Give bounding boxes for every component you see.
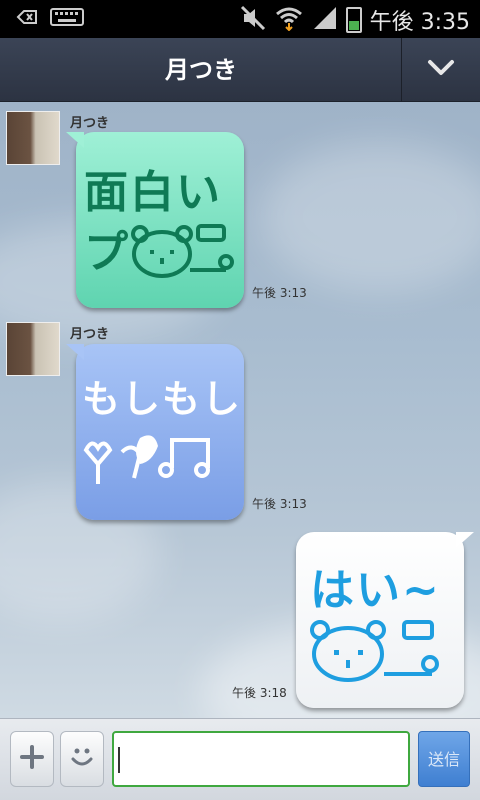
sticker-message-bubble[interactable]: 面白い プ	[66, 132, 244, 308]
sticker-message-bubble[interactable]: もしもし	[66, 344, 244, 520]
bear-sticker-icon	[131, 224, 234, 278]
sticker-message-bubble[interactable]: はい~	[296, 532, 474, 708]
plus-icon	[19, 744, 45, 774]
message-timestamp: 午後 3:18	[232, 686, 287, 700]
sticker-text-2: プ	[84, 227, 130, 278]
heart-balloon-music-icon	[83, 435, 210, 484]
battery-icon	[345, 7, 362, 33]
sticker-text: もしもし	[82, 377, 243, 421]
bubble-tail	[66, 344, 84, 360]
attach-button[interactable]	[10, 731, 54, 787]
keyboard-icon	[50, 8, 84, 30]
send-button[interactable]: 送信	[418, 731, 470, 787]
message-input-bar: 送信	[0, 718, 480, 800]
message-input[interactable]	[112, 731, 410, 787]
emoticon-button[interactable]	[60, 731, 104, 787]
sender-avatar[interactable]	[6, 322, 60, 376]
message-timestamp: 午後 3:13	[252, 286, 307, 300]
signal-icon	[312, 5, 338, 35]
clock: 午後 3:35	[369, 10, 470, 35]
text-cursor	[118, 747, 120, 773]
chevron-down-icon	[427, 59, 455, 81]
bubble-tail	[66, 132, 84, 148]
sender-name: 月つき	[70, 327, 110, 342]
sender-avatar[interactable]	[6, 111, 60, 165]
sticker-text: 面白い	[84, 167, 222, 218]
back-icon	[16, 8, 38, 30]
message-timestamp: 午後 3:13	[252, 497, 307, 511]
mute-icon	[240, 5, 266, 35]
sender-name: 月つき	[70, 116, 110, 131]
message-list[interactable]: 月つき 面白い プ 午後 3:13 月つき もしもし 午後 3:13 はい~ 午…	[0, 102, 480, 718]
wifi-icon	[274, 5, 304, 35]
bubble-tail	[456, 532, 474, 548]
sticker-text: はい~	[310, 565, 441, 616]
chat-title: 月つき	[165, 56, 237, 84]
smiley-icon	[68, 743, 96, 775]
menu-dropdown-button[interactable]	[402, 38, 480, 102]
chat-header: 月つき	[0, 38, 480, 102]
status-bar: 午後 3:35	[0, 0, 480, 38]
bear-sticker-icon	[310, 620, 439, 682]
